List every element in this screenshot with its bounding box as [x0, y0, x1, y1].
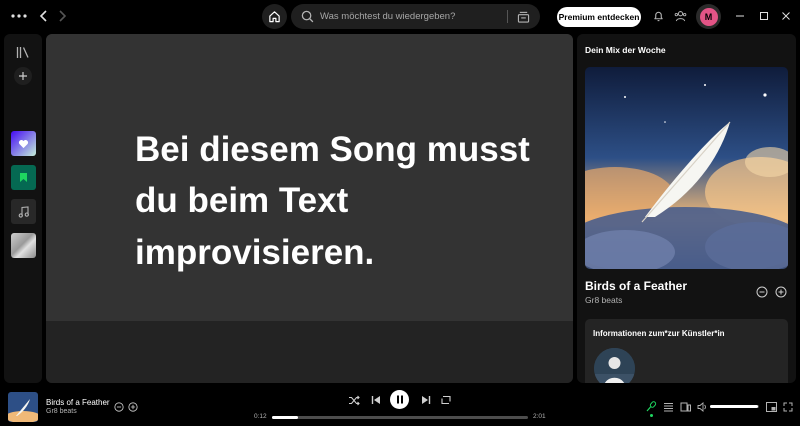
- microphone-icon[interactable]: [646, 401, 657, 412]
- lyrics-active-indicator: [650, 414, 653, 417]
- home-icon: [269, 11, 280, 23]
- friends-icon[interactable]: [673, 9, 687, 23]
- library-sidebar: [4, 34, 42, 383]
- now-playing-title[interactable]: Birds of a Feather: [46, 398, 110, 407]
- time-total: 2:01: [533, 413, 546, 420]
- music-note-icon: [18, 205, 29, 218]
- more-icon[interactable]: [10, 9, 28, 23]
- add-icon[interactable]: [128, 402, 138, 412]
- volume-icon[interactable]: [697, 401, 708, 412]
- miniplayer-icon[interactable]: [766, 401, 777, 412]
- panel-title[interactable]: Dein Mix der Woche: [585, 45, 666, 55]
- maximize-icon[interactable]: [757, 9, 771, 23]
- sidebar-item-playlist[interactable]: [11, 199, 36, 224]
- bookmark-icon: [20, 173, 27, 182]
- library-icon[interactable]: [15, 45, 31, 59]
- search-bar[interactable]: Was möchtest du wiedergeben?: [291, 4, 540, 29]
- device-icon[interactable]: [680, 401, 691, 412]
- volume-slider[interactable]: [710, 405, 759, 408]
- progress-bar[interactable]: [272, 416, 528, 419]
- sidebar-item-liked-songs[interactable]: [11, 131, 36, 156]
- bell-icon[interactable]: [651, 9, 665, 23]
- repeat-icon[interactable]: [440, 394, 452, 406]
- avatar: M: [699, 7, 718, 26]
- queue-icon[interactable]: [663, 401, 674, 412]
- user-menu-button[interactable]: M: [696, 4, 721, 29]
- search-divider: [507, 10, 508, 23]
- lyrics-panel: Bei diesem Song musst du beim Text impro…: [46, 34, 573, 321]
- search-input[interactable]: Was möchtest du wiedergeben?: [320, 11, 507, 22]
- now-playing-panel: Dein Mix der Woche Birds of a Feather Gr…: [577, 34, 796, 383]
- progress-fill: [272, 416, 298, 419]
- volume-fill: [710, 405, 758, 408]
- heart-icon: [18, 139, 29, 148]
- chevron-right-icon[interactable]: [54, 8, 70, 24]
- search-icon: [294, 4, 320, 29]
- track-artist[interactable]: Gr8 beats: [585, 295, 622, 305]
- plus-icon[interactable]: [14, 67, 32, 85]
- lyrics-footer: [46, 321, 573, 383]
- time-current: 0:12: [254, 413, 267, 420]
- premium-button[interactable]: Premium entdecken: [557, 7, 641, 27]
- add-icon[interactable]: [774, 285, 787, 298]
- lyrics-message: Bei diesem Song musst du beim Text impro…: [135, 130, 530, 272]
- player-bar: Birds of a Feather Gr8 beats 0:12 2:01: [0, 386, 800, 426]
- chevron-left-icon[interactable]: [36, 8, 52, 24]
- lyrics-view: Bei diesem Song musst du beim Text impro…: [46, 34, 573, 383]
- artist-info-card[interactable]: Informationen zum*zur Künstler*in: [585, 319, 788, 383]
- now-playing-cover[interactable]: [8, 392, 38, 422]
- artist-info-title: Informationen zum*zur Künstler*in: [593, 329, 725, 338]
- remove-icon[interactable]: [755, 285, 768, 298]
- minimize-icon[interactable]: [733, 9, 747, 23]
- home-button[interactable]: [262, 4, 287, 29]
- cover-art: [585, 67, 788, 269]
- previous-icon[interactable]: [370, 394, 381, 405]
- now-playing-artist[interactable]: Gr8 beats: [46, 408, 77, 415]
- sidebar-item-saved-episodes[interactable]: [11, 165, 36, 190]
- fullscreen-icon[interactable]: [782, 401, 793, 412]
- artist-image: [594, 348, 635, 383]
- play-pause-button[interactable]: [390, 390, 409, 409]
- close-icon[interactable]: [779, 9, 793, 23]
- sidebar-item-album[interactable]: [11, 233, 36, 258]
- browse-icon[interactable]: [514, 8, 532, 26]
- next-icon[interactable]: [420, 394, 431, 405]
- remove-icon[interactable]: [114, 402, 124, 412]
- track-title[interactable]: Birds of a Feather: [585, 279, 687, 293]
- shuffle-icon[interactable]: [348, 394, 360, 406]
- top-bar: Was möchtest du wiedergeben? Premium ent…: [0, 0, 800, 33]
- pause-icon: [396, 395, 403, 404]
